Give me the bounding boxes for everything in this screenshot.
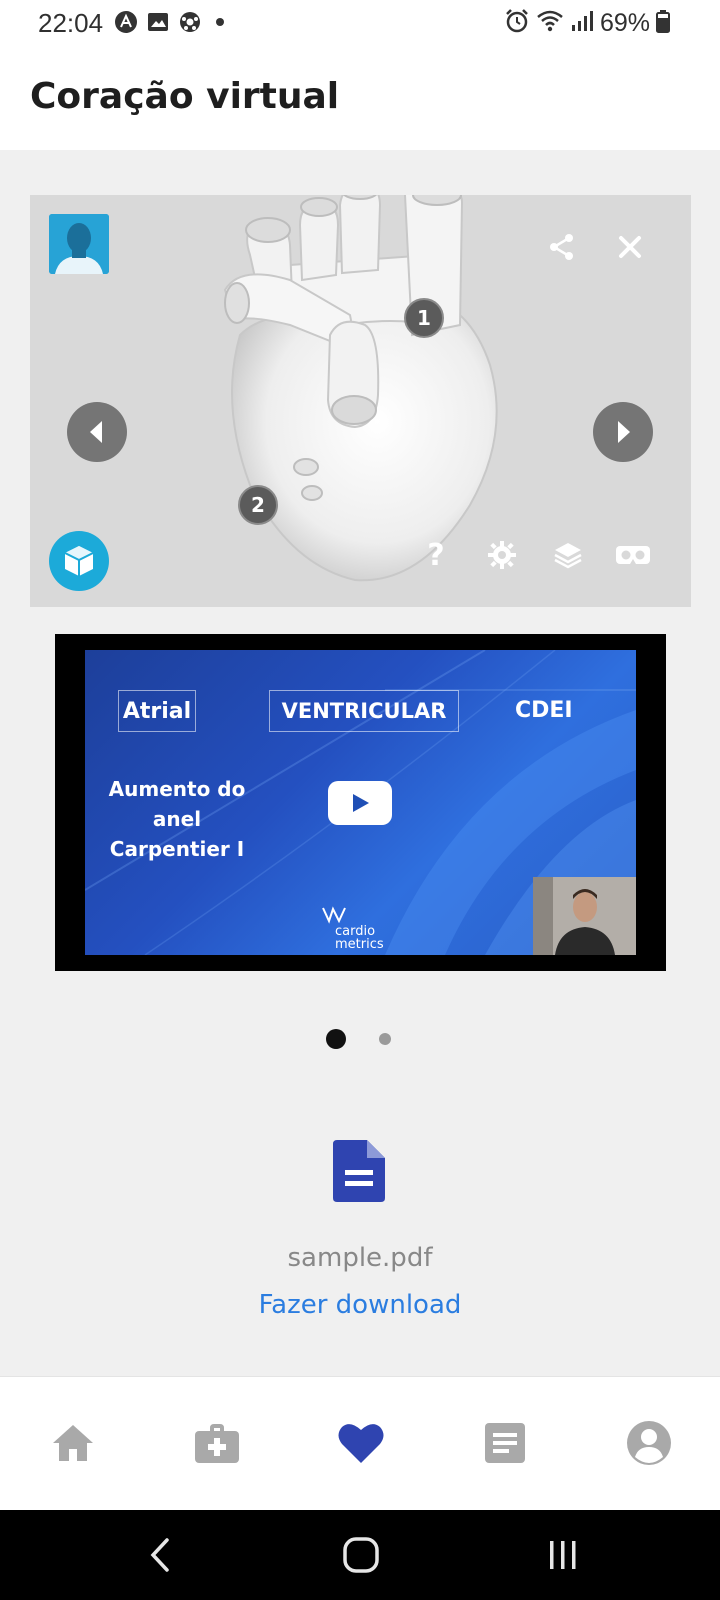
status-time: 22:04 <box>38 8 104 38</box>
dot-icon <box>210 10 230 39</box>
video-caption: Aumento do anel Carpentier I <box>107 774 247 864</box>
carousel-pager <box>0 1028 720 1050</box>
a-badge-icon <box>114 10 138 39</box>
close-icon[interactable] <box>608 225 652 269</box>
cardiometrics-logo: cardio metrics <box>321 905 384 951</box>
logo-line-2: metrics <box>335 937 384 952</box>
nav-home[interactable] <box>43 1413 103 1473</box>
prev-arrow-icon[interactable] <box>67 402 127 462</box>
presenter-thumbnail <box>533 877 636 955</box>
nav-heart[interactable] <box>331 1413 391 1473</box>
nav-medical[interactable] <box>187 1413 247 1473</box>
document-list-icon <box>485 1423 525 1463</box>
status-system-icons: 69% <box>504 8 670 39</box>
system-back-icon[interactable] <box>130 1530 190 1580</box>
battery-percentage: 69% <box>599 9 650 37</box>
video-player[interactable]: Atrial VENTRICULAR CDEI Aumento do anel … <box>55 634 666 971</box>
video-tab-atrial: Atrial <box>118 690 196 732</box>
settings-icon[interactable] <box>480 533 524 577</box>
vr-headset-icon[interactable] <box>608 533 658 577</box>
download-link[interactable]: Fazer download <box>0 1290 720 1320</box>
profile-icon <box>627 1421 671 1465</box>
video-caption-line-3: Carpentier I <box>109 837 245 861</box>
heart-3d-viewer[interactable]: 1 2 ? <box>30 195 691 607</box>
next-arrow-icon[interactable] <box>593 402 653 462</box>
wifi-icon <box>536 9 564 38</box>
attachment-filename: sample.pdf <box>287 1243 433 1273</box>
status-bar: 22:04 69% <box>0 0 720 46</box>
play-button[interactable] <box>328 781 392 825</box>
bottom-navigation <box>0 1376 720 1510</box>
signal-icon <box>570 9 594 38</box>
video-caption-line-2: anel <box>152 807 202 831</box>
video-caption-line-1: Aumento do <box>108 777 246 801</box>
annotation-hotspot-2[interactable]: 2 <box>238 485 278 525</box>
help-icon[interactable]: ? <box>414 533 458 577</box>
image-icon <box>146 11 170 38</box>
medical-kit-icon <box>195 1424 239 1463</box>
author-avatar[interactable] <box>49 214 109 274</box>
nav-profile[interactable] <box>619 1413 679 1473</box>
system-home-icon[interactable] <box>331 1530 391 1580</box>
sketchfab-logo-icon[interactable] <box>49 531 109 591</box>
battery-icon <box>656 9 670 38</box>
home-icon <box>53 1425 93 1461</box>
annotation-hotspot-1[interactable]: 1 <box>404 298 444 338</box>
alarm-icon <box>504 8 530 39</box>
layers-icon[interactable] <box>546 533 590 577</box>
app-header: Coração virtual <box>0 46 720 150</box>
video-tab-ventricular: VENTRICULAR <box>269 690 459 732</box>
system-navigation-bar <box>0 1510 720 1600</box>
pager-dot-active[interactable] <box>326 1029 346 1049</box>
nav-documents[interactable] <box>475 1413 535 1473</box>
system-recents-icon[interactable] <box>533 1530 593 1580</box>
heart-icon <box>338 1424 384 1463</box>
video-tab-cdei: CDEI <box>515 698 573 723</box>
document-icon <box>333 1140 385 1207</box>
status-notification-icons <box>114 10 230 39</box>
page-title: Coração virtual <box>30 76 340 117</box>
share-icon[interactable] <box>540 225 584 269</box>
soccer-ball-icon <box>178 10 202 39</box>
pager-dot[interactable] <box>379 1033 391 1045</box>
